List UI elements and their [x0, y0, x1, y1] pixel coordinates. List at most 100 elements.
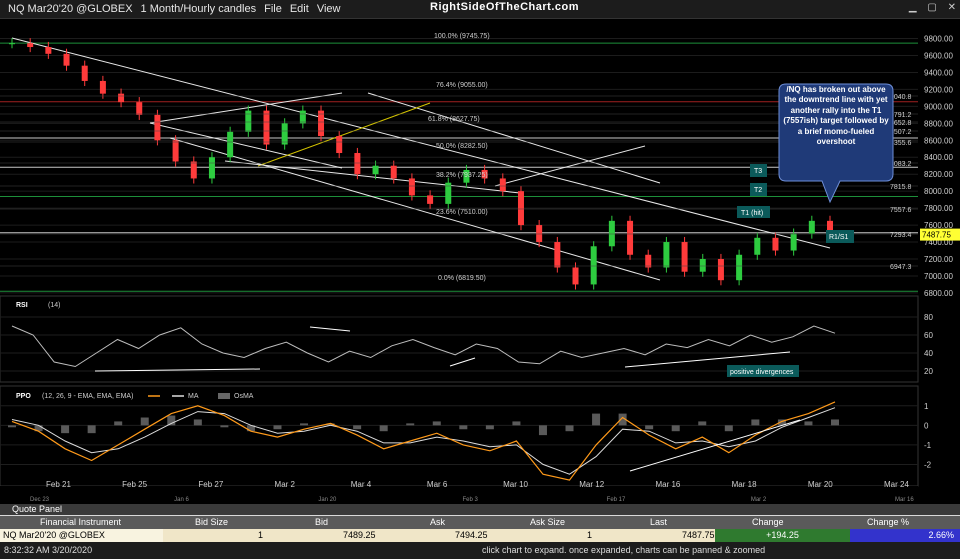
x-long-tick-label: Dec 23	[30, 497, 50, 503]
x-long-tick-label: Jan 6	[174, 497, 189, 503]
cell-change: +194.25	[715, 529, 850, 542]
rsi-tick-label: 20	[924, 367, 933, 376]
candle-body	[318, 110, 325, 137]
price-tick-label: 9600.00	[924, 52, 953, 61]
candle-body	[336, 136, 343, 154]
maximize-icon[interactable]: ▢	[927, 2, 936, 13]
price-tick-label: 8800.00	[924, 119, 953, 128]
col-bid-size[interactable]: Bid Size	[195, 516, 228, 529]
rsi-tick-label: 60	[924, 331, 933, 340]
price-tick-label: 9200.00	[924, 85, 953, 94]
symbol-selector[interactable]: NQ Mar20'20 @GLOBEX	[8, 3, 133, 15]
quote-row[interactable]: NQ Mar20'20 @GLOBEX 1 7489.25 7494.25 1 …	[0, 529, 960, 542]
candle-body	[427, 195, 434, 204]
x-long-tick-label: Jan 20	[318, 497, 337, 503]
candle-body	[190, 161, 197, 179]
fib-100-label: 100.0% (9745.75)	[434, 33, 490, 40]
price-tick-label: 7800.00	[924, 204, 953, 213]
close-icon[interactable]: ✕	[948, 2, 956, 13]
fib-764-label: 76.4% (9055.00)	[436, 82, 488, 89]
positive-divergences-label: positive divergences	[730, 369, 794, 376]
candle-body	[154, 114, 161, 141]
r1s1-label: R1/S1	[829, 234, 849, 241]
osma-bar	[592, 413, 601, 426]
osma-bar	[220, 425, 229, 428]
candle-body	[118, 93, 125, 103]
col-bid[interactable]: Bid	[315, 516, 328, 529]
candle-body	[9, 43, 15, 45]
osma-bar	[193, 419, 202, 426]
menu-view[interactable]: View	[317, 3, 341, 15]
minimize-icon[interactable]: ▁	[909, 2, 917, 13]
x-long-tick-label: Mar 2	[751, 497, 767, 503]
cell-last: 7487.75	[682, 530, 715, 540]
osma-bar	[87, 425, 96, 434]
rsi-param: (14)	[48, 302, 60, 309]
candle-body	[554, 242, 561, 268]
status-hint: click chart to expand. once expanded, ch…	[482, 545, 766, 555]
osma-bar	[432, 421, 441, 426]
candle-body	[372, 165, 379, 175]
osma-bar	[300, 423, 309, 426]
x-tick-label: Feb 27	[198, 480, 223, 489]
menu-edit[interactable]: Edit	[290, 3, 309, 15]
candle-body	[99, 80, 106, 94]
ppo-tick-label: -1	[924, 441, 932, 450]
col-instrument[interactable]: Financial Instrument	[40, 516, 121, 529]
x-tick-label: Mar 20	[808, 480, 833, 489]
fib-382-label: 38.2% (7937.25)	[436, 172, 488, 179]
osma-bar	[140, 417, 149, 426]
x-long-tick-label: Feb 17	[607, 497, 626, 503]
rsi-title: RSI	[16, 302, 28, 309]
col-change-pct[interactable]: Change %	[867, 516, 909, 529]
candle-body	[499, 178, 506, 192]
x-long-tick-label: Mar 16	[895, 497, 914, 503]
candle-body	[608, 220, 615, 247]
osma-bar	[698, 421, 707, 426]
candle-body	[354, 153, 361, 175]
price-tick-label: 8600.00	[924, 136, 953, 145]
level-label: 7815.8	[890, 184, 912, 191]
osma-bar	[831, 419, 839, 426]
col-last[interactable]: Last	[650, 516, 667, 529]
price-tick-label: 7200.00	[924, 255, 953, 264]
osma-bar	[671, 425, 680, 432]
quote-panel: Quote Panel Financial Instrument Bid Siz…	[0, 504, 960, 542]
chart-area[interactable]: 9800.00 9600.00 9400.00 9200.00 9000.00 8800.…	[0, 18, 960, 504]
cell-change-pct: 2.66%	[850, 529, 960, 542]
candle-body	[536, 225, 543, 243]
ppo-param: (12, 26, 9 - EMA, EMA, EMA)	[42, 393, 133, 400]
col-ask-size[interactable]: Ask Size	[530, 516, 565, 529]
col-change[interactable]: Change	[752, 516, 784, 529]
price-tick-label: 8200.00	[924, 170, 953, 179]
x-tick-label: Mar 12	[579, 480, 604, 489]
cell-bid-size: 1	[258, 530, 264, 540]
menu-file[interactable]: File	[264, 3, 282, 15]
osma-bar	[114, 421, 123, 426]
ma-legend-label: MA	[188, 393, 199, 400]
cell-ask: 7494.25	[455, 530, 488, 540]
candle-body	[136, 102, 143, 115]
x-tick-label: Feb 25	[122, 480, 147, 489]
ppo-tick-label: -2	[924, 460, 932, 469]
ppo-tick-label: 1	[924, 402, 929, 411]
last-price-value: 7487.75	[922, 231, 951, 240]
timeframe-selector[interactable]: 1 Month/Hourly candles	[141, 3, 257, 15]
candle-body	[45, 47, 52, 54]
osma-bar	[273, 425, 282, 430]
col-ask[interactable]: Ask	[430, 516, 445, 529]
x-tick-label: Mar 2	[275, 480, 296, 489]
status-bar: 8:32:32 AM 3/20/2020 click chart to expa…	[0, 542, 960, 559]
cell-instrument: NQ Mar20'20 @GLOBEX	[0, 529, 163, 542]
x-tick-label: Mar 16	[655, 480, 680, 489]
window-controls: ▁ ▢ ✕	[901, 2, 956, 13]
osma-bar	[538, 425, 547, 436]
fib-0-label: 0.0% (6819.50)	[438, 275, 486, 282]
price-tick-label: 9000.00	[924, 102, 953, 111]
candle-body	[645, 254, 652, 268]
candle-body	[717, 258, 724, 281]
osma-bar	[406, 423, 415, 426]
osma-bar	[8, 425, 16, 428]
ppo-tick-label: 0	[924, 421, 929, 430]
candle-body	[754, 237, 761, 255]
